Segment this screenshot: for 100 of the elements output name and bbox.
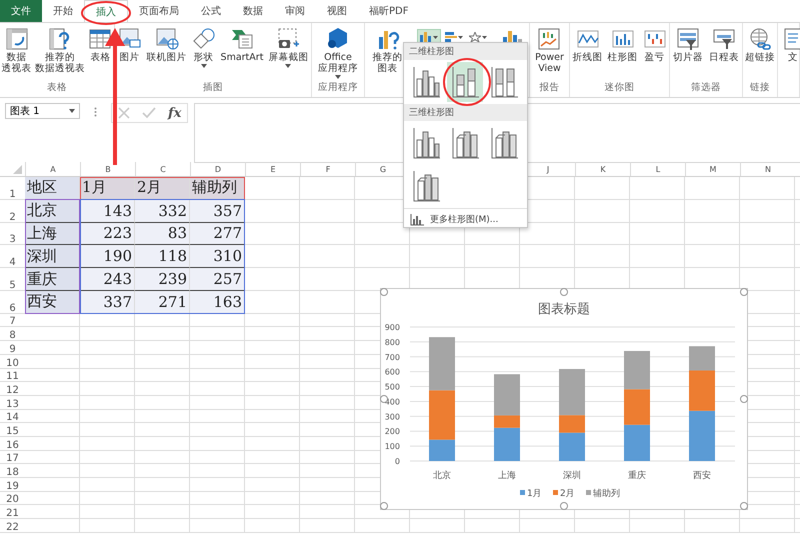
table-cell: 357 bbox=[190, 200, 245, 223]
table-cell: 271 bbox=[135, 290, 190, 314]
ribbon-button[interactable]: 柱形图 bbox=[606, 27, 638, 81]
row-header[interactable]: 10 bbox=[6, 358, 19, 369]
column-header[interactable]: J bbox=[546, 164, 550, 174]
row-header[interactable]: 9 bbox=[9, 344, 16, 355]
row-header[interactable]: 6 bbox=[9, 302, 16, 314]
ribbon-button[interactable]: 盈亏 bbox=[642, 27, 668, 81]
row-header[interactable]: 13 bbox=[6, 398, 19, 410]
resize-handle[interactable] bbox=[380, 288, 388, 296]
insert-function-button[interactable]: fx bbox=[168, 106, 182, 120]
column-header[interactable]: E bbox=[270, 164, 276, 174]
table-cell: 277 bbox=[190, 222, 245, 246]
row-header[interactable]: 12 bbox=[6, 384, 19, 396]
bar bbox=[624, 389, 650, 425]
row-header[interactable]: 19 bbox=[6, 480, 19, 492]
ribbon-button[interactable]: 屏幕截图 bbox=[267, 27, 310, 81]
file-tab[interactable]: 文件 bbox=[0, 0, 42, 22]
row-header[interactable]: 3 bbox=[9, 234, 16, 246]
column-header[interactable]: B bbox=[105, 164, 111, 174]
row-header[interactable]: 1 bbox=[9, 188, 16, 200]
ribbon-button[interactable]: 文 bbox=[780, 27, 800, 97]
column-header[interactable]: C bbox=[160, 164, 166, 174]
chart-type-button[interactable] bbox=[466, 29, 488, 45]
column-header[interactable]: L bbox=[656, 164, 660, 174]
resize-handle[interactable] bbox=[740, 395, 748, 403]
hexagon-icon bbox=[326, 27, 350, 51]
ribbon-button[interactable]: 日程表 bbox=[708, 27, 740, 81]
ribbon-tab[interactable]: 审阅 bbox=[274, 0, 316, 22]
check-icon[interactable] bbox=[142, 107, 156, 119]
group-label: 插图 bbox=[203, 81, 223, 95]
row-header[interactable]: 17 bbox=[6, 453, 19, 464]
axis-category-label: 西安 bbox=[693, 471, 711, 481]
row-header[interactable]: 2 bbox=[9, 212, 16, 223]
caret-icon bbox=[482, 36, 486, 38]
group-label: 筛选器 bbox=[691, 81, 721, 95]
column-chart-icon bbox=[411, 65, 441, 99]
resize-handle[interactable] bbox=[560, 502, 568, 510]
chart-type-option[interactable] bbox=[447, 62, 483, 102]
row-header[interactable]: 5 bbox=[9, 280, 16, 291]
row-header[interactable]: 4 bbox=[9, 257, 16, 268]
ribbon-button[interactable]: 切片器 bbox=[672, 27, 704, 81]
caret-icon bbox=[458, 36, 462, 38]
ribbon-tab[interactable]: 福昕PDF bbox=[358, 0, 420, 22]
column-header[interactable]: D bbox=[214, 164, 222, 174]
legend-label: 1月 bbox=[527, 489, 542, 499]
resize-handle[interactable] bbox=[560, 288, 568, 296]
column-header[interactable]: G bbox=[380, 164, 386, 174]
column-chart-icon bbox=[489, 65, 519, 99]
globe-link-icon bbox=[748, 27, 772, 51]
ribbon-tab[interactable]: 视图 bbox=[316, 0, 358, 22]
group-label: 迷你图 bbox=[604, 81, 634, 95]
row-header[interactable]: 22 bbox=[6, 522, 19, 533]
row-header[interactable]: 20 bbox=[6, 494, 19, 506]
column-header[interactable]: M bbox=[710, 164, 716, 174]
table-cell: 243 bbox=[80, 268, 135, 291]
grip-icon bbox=[94, 107, 97, 117]
annotation-ellipse bbox=[443, 58, 491, 106]
ribbon-button[interactable]: 推荐的 数据透视表 bbox=[34, 27, 86, 81]
ribbon-button[interactable]: 联机图片 bbox=[146, 27, 188, 81]
table-cell: 地区 bbox=[25, 177, 80, 200]
ribbon-button[interactable]: 折线图 bbox=[572, 27, 604, 81]
table-cell: 239 bbox=[135, 268, 190, 291]
menu-item[interactable]: 更多柱形图(M)... bbox=[404, 209, 527, 232]
caret-icon bbox=[432, 36, 438, 38]
column-header[interactable]: K bbox=[600, 164, 606, 174]
ribbon-tab[interactable]: 页面布局 bbox=[128, 0, 190, 22]
ribbon-tab[interactable]: 数据 bbox=[232, 0, 274, 22]
ribbon-button[interactable]: Power View bbox=[534, 27, 565, 81]
axis-category-label: 深圳 bbox=[563, 471, 581, 481]
ribbon-button[interactable]: Office 应用程序 bbox=[317, 27, 359, 81]
ribbon-button[interactable]: 推荐的 图表 bbox=[372, 27, 404, 97]
row-header[interactable]: 18 bbox=[6, 467, 19, 478]
column-header[interactable]: F bbox=[326, 164, 330, 174]
legend-label: 2月 bbox=[560, 489, 575, 499]
resize-handle[interactable] bbox=[740, 502, 748, 510]
ribbon-button[interactable]: 数据 透视表 bbox=[0, 27, 33, 81]
resize-handle[interactable] bbox=[380, 502, 388, 510]
table-icon bbox=[88, 27, 112, 51]
column-header[interactable]: A bbox=[50, 164, 56, 174]
column-header[interactable]: N bbox=[765, 164, 771, 174]
axis-category-label: 北京 bbox=[433, 471, 451, 481]
ribbon-tab[interactable]: 公式 bbox=[190, 0, 232, 22]
table-cell: 223 bbox=[80, 222, 135, 246]
resize-handle[interactable] bbox=[740, 288, 748, 296]
row-header[interactable]: 11 bbox=[6, 371, 19, 382]
row-header[interactable]: 16 bbox=[6, 440, 19, 451]
ribbon-tab[interactable]: 开始 bbox=[42, 0, 84, 22]
row-header[interactable]: 15 bbox=[6, 426, 19, 437]
ribbon-button[interactable]: 超链接 bbox=[744, 27, 776, 81]
table-cell: 2月 bbox=[135, 177, 190, 200]
chart-type-button[interactable] bbox=[442, 29, 464, 45]
ribbon-button[interactable]: 形状 bbox=[190, 27, 217, 81]
row-header[interactable]: 21 bbox=[6, 508, 19, 520]
group-label: 表格 bbox=[47, 81, 67, 95]
row-header[interactable]: 14 bbox=[6, 412, 19, 424]
row-header[interactable]: 8 bbox=[9, 330, 16, 342]
ribbon-button[interactable]: SmartArt bbox=[220, 27, 264, 81]
name-box[interactable]: 图表 1 bbox=[5, 103, 80, 119]
row-header[interactable]: 7 bbox=[9, 316, 16, 328]
